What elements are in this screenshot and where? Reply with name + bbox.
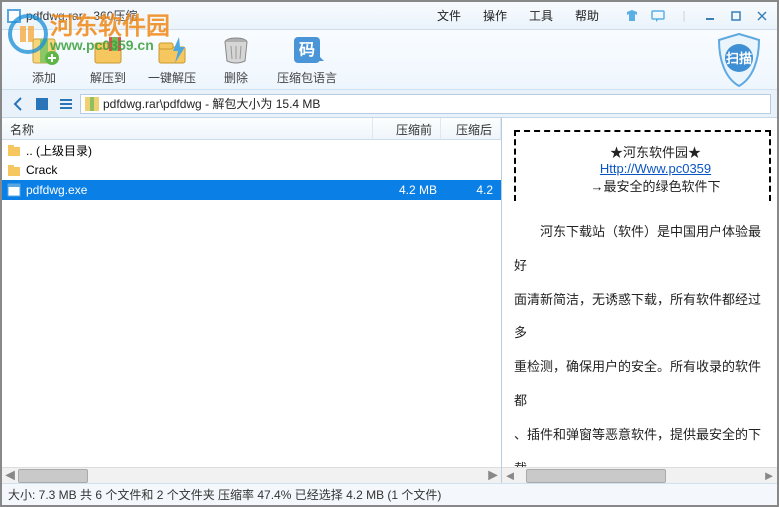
col-name[interactable]: 名称: [2, 118, 373, 139]
toolbar-oneclick-label: 一键解压: [148, 69, 196, 86]
feedback-icon[interactable]: [647, 7, 669, 25]
delete-icon: [219, 33, 253, 67]
exe-icon: [6, 182, 22, 198]
preview-header-box: ★河东软件园★ Http://Www.pc0359 →最安全的绿色软件下: [514, 130, 771, 201]
address-path: pdfdwg.rar\pdfdwg: [103, 97, 202, 111]
scan-button[interactable]: 扫描: [711, 32, 767, 88]
file-row-exe[interactable]: pdfdwg.exe 4.2 MB 4.2: [2, 180, 501, 200]
content-area: 名称 压缩前 压缩后 .. (上级目录) Crack pdfdwg.exe 4.…: [2, 118, 777, 483]
toolbar-extract-to-label: 解压到: [90, 69, 126, 86]
preview-subtitle: →最安全的绿色软件下: [548, 176, 763, 195]
up-folder-icon: [6, 142, 22, 158]
status-text: 大小: 7.3 MB 共 6 个文件和 2 个文件夹 压缩率 47.4% 已经选…: [8, 486, 441, 503]
toolbar-oneclick[interactable]: 一键解压: [140, 33, 204, 86]
extract-to-icon: [91, 33, 125, 67]
toolbar-add-label: 添加: [32, 69, 56, 86]
file-row-up[interactable]: .. (上级目录): [2, 140, 501, 160]
app-icon: [6, 8, 22, 24]
toolbar-add[interactable]: 添加: [12, 33, 76, 86]
back-button[interactable]: [8, 94, 28, 114]
column-headers: 名称 压缩前 压缩后: [2, 118, 501, 140]
minimize-button[interactable]: [699, 7, 721, 25]
preview-title: ★河东软件园★: [548, 142, 763, 161]
add-archive-icon: [27, 33, 61, 67]
menu-tools[interactable]: 工具: [519, 4, 563, 27]
close-button[interactable]: [751, 7, 773, 25]
folder-icon: [6, 162, 22, 178]
archive-icon: [85, 97, 99, 111]
shirt-icon[interactable]: [621, 7, 643, 25]
view-icons-button[interactable]: [32, 94, 52, 114]
preview-hscrollbar[interactable]: ◄ ►: [502, 467, 777, 483]
one-click-icon: [155, 33, 189, 67]
svg-text:码: 码: [299, 41, 315, 59]
preview-body: 河东下载站（软件）是中国用户体验最好 面清新简洁，无诱惑下载，所有软件都经过多 …: [514, 215, 771, 483]
toolbar-delete-label: 删除: [224, 69, 248, 86]
window-title: pdfdwg.rar - 360压缩: [26, 7, 137, 24]
navigation-bar: pdfdwg.rar\pdfdwg - 解包大小为 15.4 MB: [2, 90, 777, 118]
file-panel: 名称 压缩前 压缩后 .. (上级目录) Crack pdfdwg.exe 4.…: [2, 118, 502, 483]
statusbar: 大小: 7.3 MB 共 6 个文件和 2 个文件夹 压缩率 47.4% 已经选…: [2, 483, 777, 505]
file-list[interactable]: .. (上级目录) Crack pdfdwg.exe 4.2 MB 4.2: [2, 140, 501, 467]
toolbar-lang[interactable]: 码 压缩包语言: [268, 33, 346, 86]
toolbar-lang-label: 压缩包语言: [277, 69, 337, 86]
file-row-crack[interactable]: Crack: [2, 160, 501, 180]
menu-operation[interactable]: 操作: [473, 4, 517, 27]
view-list-button[interactable]: [56, 94, 76, 114]
address-bar[interactable]: pdfdwg.rar\pdfdwg - 解包大小为 15.4 MB: [80, 94, 771, 114]
address-info: - 解包大小为 15.4 MB: [202, 97, 321, 111]
menu-file[interactable]: 文件: [427, 4, 471, 27]
preview-panel: ★河东软件园★ Http://Www.pc0359 →最安全的绿色软件下 河东下…: [502, 118, 777, 483]
col-before[interactable]: 压缩前: [373, 118, 441, 139]
preview-link[interactable]: Http://Www.pc0359: [600, 161, 711, 176]
main-toolbar: 添加 解压到 一键解压 删除 码 压缩包语言 扫描: [2, 30, 777, 90]
lang-icon: 码: [290, 33, 324, 67]
maximize-button[interactable]: [725, 7, 747, 25]
toolbar-delete[interactable]: 删除: [204, 33, 268, 86]
svg-text:扫描: 扫描: [726, 51, 752, 66]
toolbar-extract-to[interactable]: 解压到: [76, 33, 140, 86]
menu-help[interactable]: 帮助: [565, 4, 609, 27]
file-hscrollbar[interactable]: ◄ ►: [2, 467, 501, 483]
col-after[interactable]: 压缩后: [441, 118, 501, 139]
titlebar: pdfdwg.rar - 360压缩 文件 操作 工具 帮助 |: [2, 2, 777, 30]
